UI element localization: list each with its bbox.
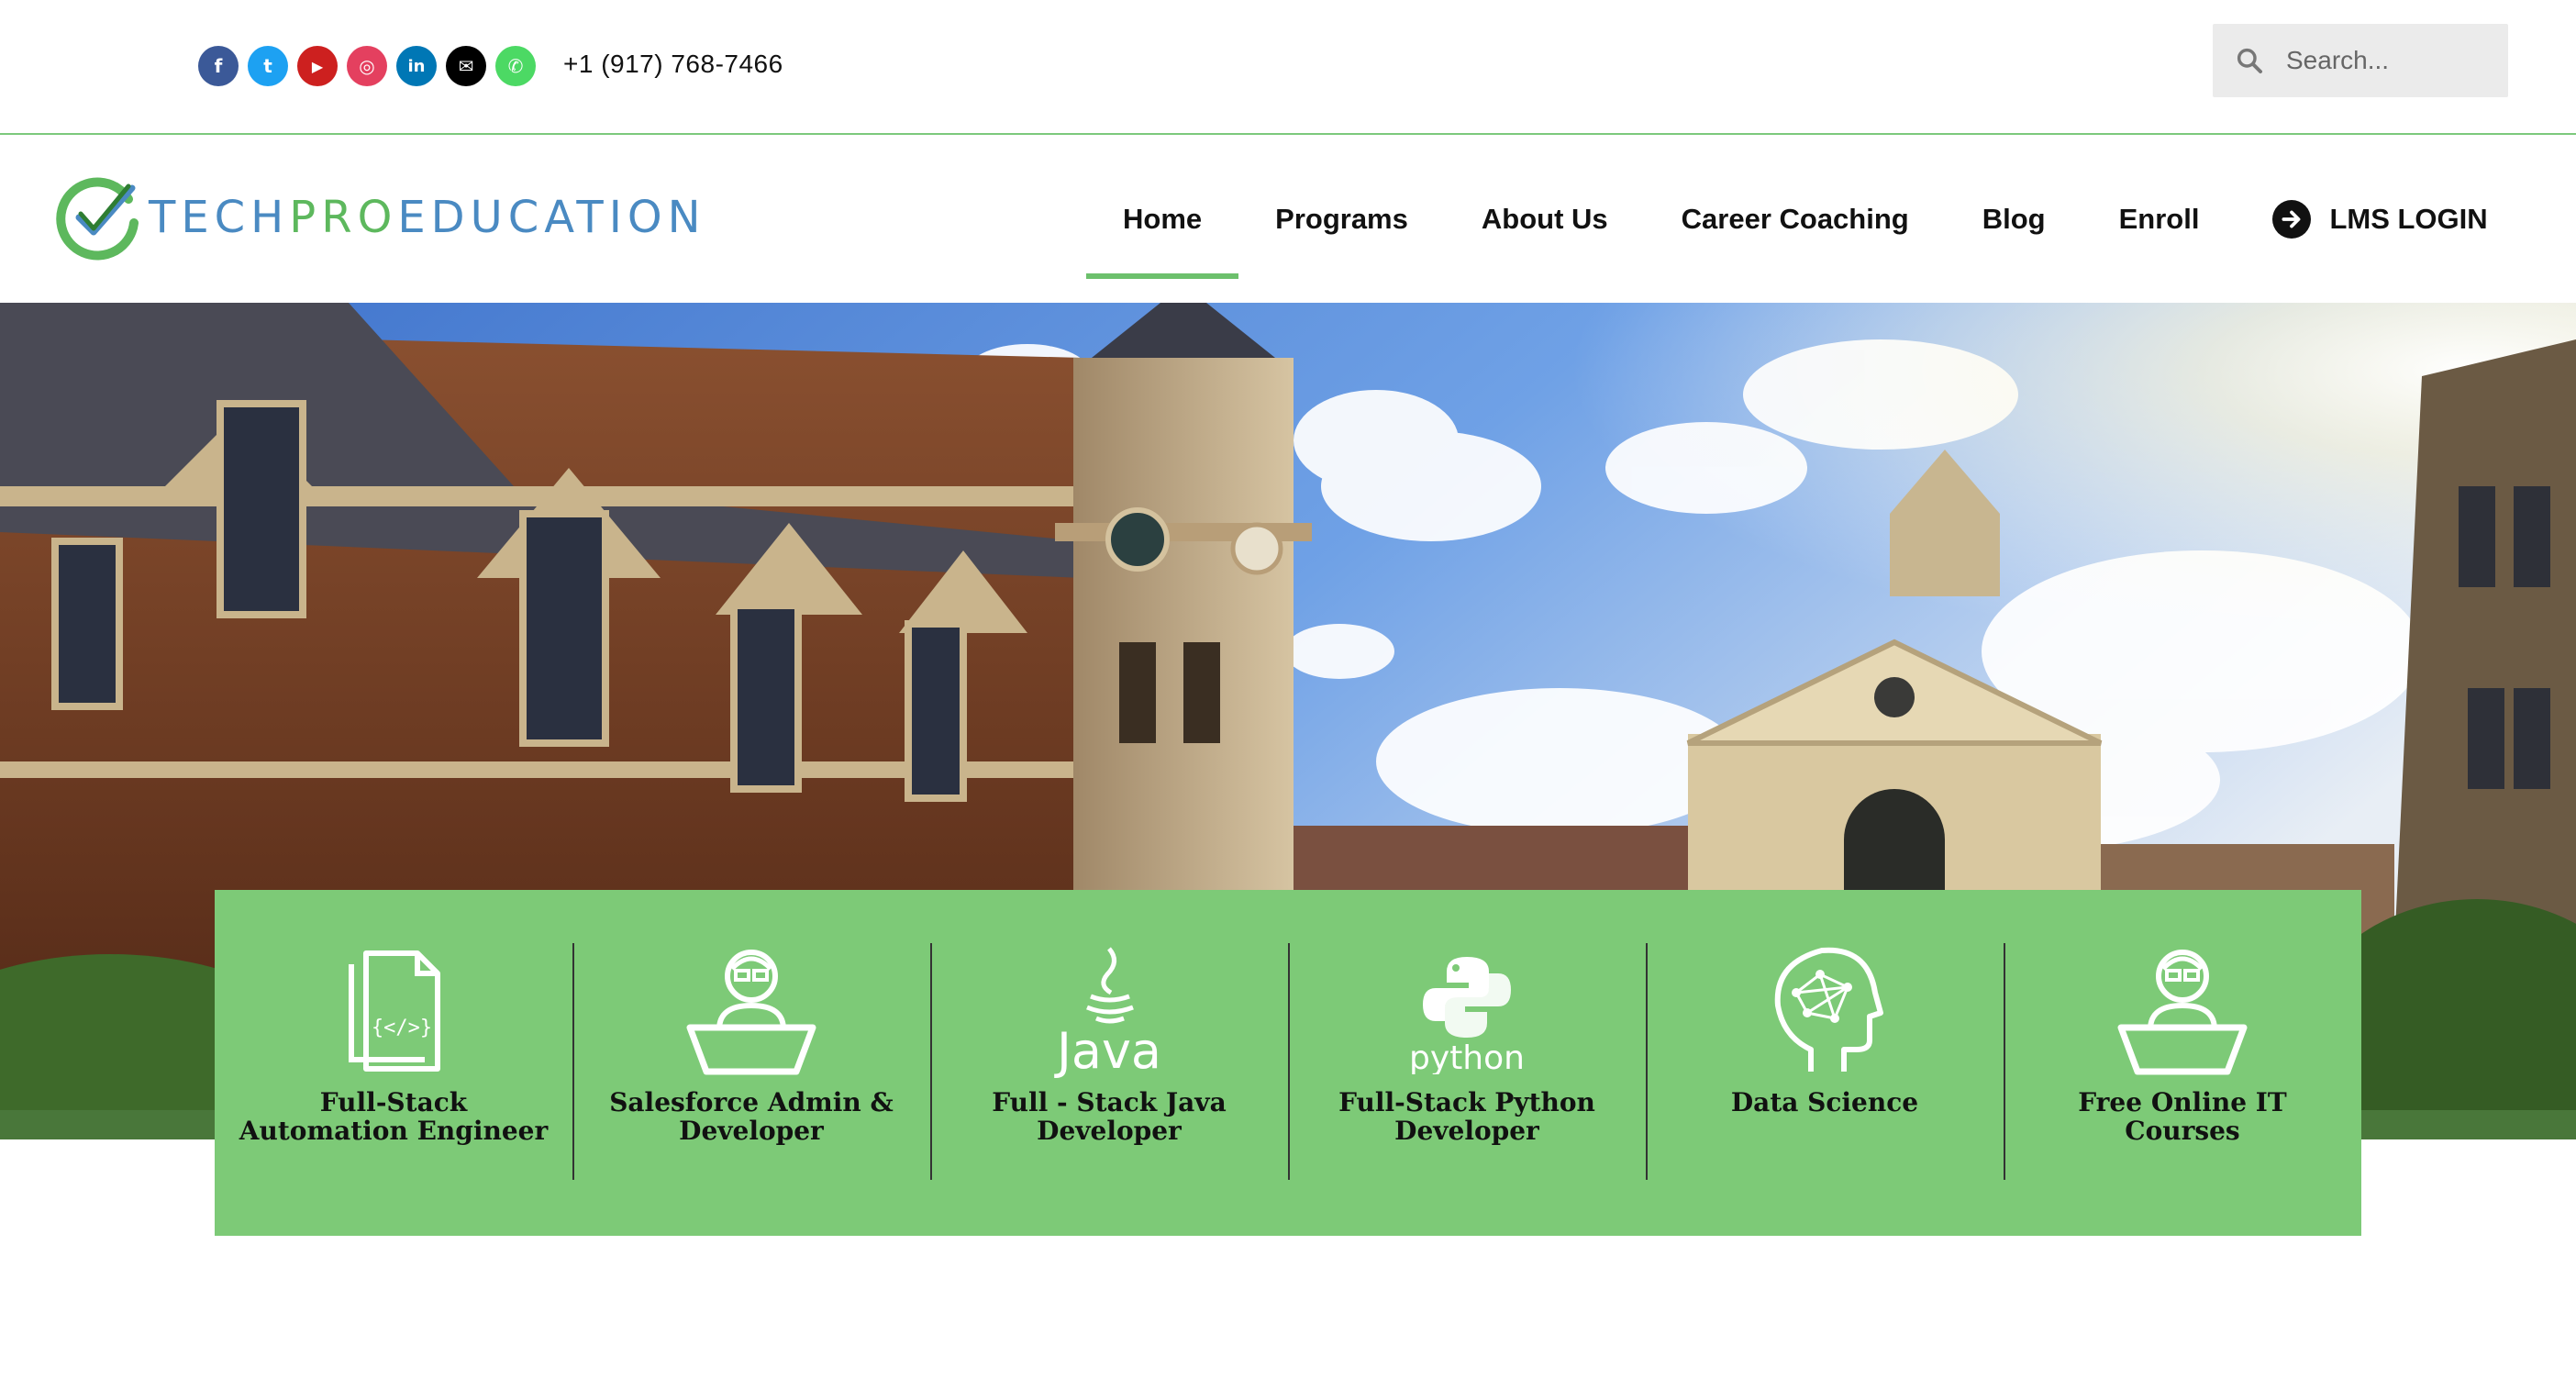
whatsapp-icon[interactable]: ✆: [495, 46, 536, 86]
linkedin-icon[interactable]: in: [396, 46, 437, 86]
svg-text:Java: Java: [1054, 1022, 1161, 1079]
arrow-right-circle-icon: [2272, 199, 2312, 239]
lms-login-label: LMS LOGIN: [2329, 202, 2488, 235]
course-card[interactable]: Free Online IT Courses: [2004, 890, 2361, 1236]
course-card[interactable]: Java Full - Stack Java Developer: [930, 890, 1288, 1236]
search-icon[interactable]: [2235, 46, 2264, 75]
course-card[interactable]: python Full-Stack Python Developer: [1288, 890, 1646, 1236]
course-label: Data Science: [1730, 1087, 1919, 1117]
logo-wordmark: TECHPROEDUCATION: [149, 192, 706, 243]
nav-enroll[interactable]: Enroll: [2082, 135, 2237, 303]
social-links: f t ▶ ◎ in ✉ ✆: [198, 46, 536, 86]
nav-programs[interactable]: Programs: [1238, 135, 1445, 303]
course-label: Salesforce Admin & Developer: [609, 1087, 894, 1146]
nav-home[interactable]: Home: [1086, 135, 1239, 303]
brain-head-icon: [1774, 947, 1883, 1072]
twitter-icon[interactable]: t: [248, 46, 288, 86]
search-box[interactable]: [2213, 24, 2508, 97]
course-card[interactable]: Salesforce Admin & Developer: [572, 890, 930, 1236]
course-label: Full-Stack Automation Engineer: [239, 1087, 549, 1146]
main-nav: Home Programs About Us Career Coaching B…: [1086, 135, 2525, 303]
course-label: Full - Stack Java Developer: [992, 1087, 1227, 1146]
course-label: Full-Stack Python Developer: [1338, 1087, 1595, 1146]
nav-about-us[interactable]: About Us: [1445, 135, 1645, 303]
email-icon[interactable]: ✉: [446, 46, 486, 86]
svg-text:python: python: [1409, 1039, 1525, 1074]
courses-panel: {</>} Full-Stack Automation Engineer Sal…: [215, 890, 2361, 1236]
lms-login-button[interactable]: LMS LOGIN: [2236, 135, 2524, 303]
nav-career-coaching[interactable]: Career Coaching: [1645, 135, 1946, 303]
course-label: Free Online IT Courses: [2078, 1087, 2287, 1146]
developer-laptop-icon: [686, 950, 816, 1075]
site-logo[interactable]: TECHPROEDUCATION: [53, 172, 706, 263]
java-logo-icon: Java: [1054, 947, 1161, 1079]
phone-number[interactable]: +1 (917) 768-7466: [563, 50, 783, 79]
svg-text:{</>}: {</>}: [372, 1017, 432, 1039]
facebook-icon[interactable]: f: [198, 46, 239, 86]
checkmark-logo-icon: [56, 177, 139, 261]
youtube-icon[interactable]: ▶: [297, 46, 338, 86]
course-card[interactable]: {</>} Full-Stack Automation Engineer: [215, 890, 572, 1236]
course-card[interactable]: Data Science: [1646, 890, 2004, 1236]
nav-blog[interactable]: Blog: [1946, 135, 2082, 303]
developer-laptop-icon: [2117, 950, 2248, 1075]
python-logo-icon: python: [1409, 957, 1525, 1074]
top-bar: f t ▶ ◎ in ✉ ✆ +1 (917) 768-7466: [0, 0, 2576, 135]
main-header: TECHPROEDUCATION Home Programs About Us …: [0, 135, 2576, 303]
search-input[interactable]: [2284, 45, 2490, 76]
code-document-icon: {</>}: [349, 950, 440, 1072]
instagram-icon[interactable]: ◎: [347, 46, 387, 86]
